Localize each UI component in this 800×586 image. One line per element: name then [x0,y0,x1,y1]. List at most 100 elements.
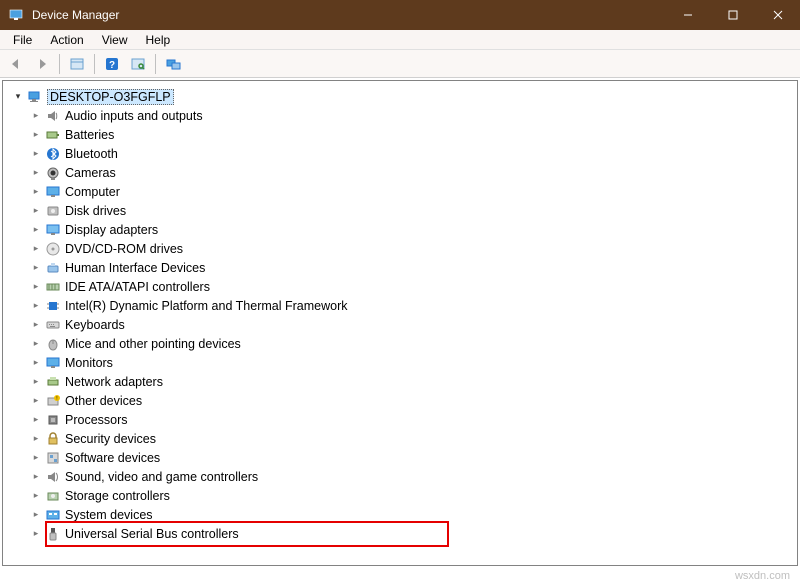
app-icon [8,7,24,23]
tree-panel: ▾DESKTOP-O3FGFLP ▸ Audio inputs and output… [2,80,798,566]
bluetooth-icon [45,146,61,162]
chevron-right-icon[interactable]: ▸ [29,413,43,427]
chevron-right-icon[interactable]: ▸ [29,242,43,256]
chevron-right-icon[interactable]: ▸ [29,280,43,294]
camera-icon [45,165,61,181]
tree-node-label: Universal Serial Bus controllers [65,527,239,541]
ide-icon [45,279,61,295]
tree-node-universal-serial-bus-controllers[interactable]: ▸ Universal Serial Bus controllers [29,524,789,543]
tree-node-intel-r-dynamic-platform-and-thermal-framework[interactable]: ▸Intel(R) Dynamic Platform and Thermal F… [29,296,789,315]
hid-icon [45,260,61,276]
scan-button[interactable] [126,52,150,76]
tree-node-label: Mice and other pointing devices [65,337,241,351]
tree-node-label: Computer [65,185,120,199]
chevron-right-icon[interactable]: ▸ [29,470,43,484]
usb-icon [45,526,61,542]
storage-icon [45,488,61,504]
tree-node-label: Human Interface Devices [65,261,205,275]
tree-node-computer[interactable]: ▸ Computer [29,182,789,201]
menu-view[interactable]: View [93,31,137,49]
chevron-down-icon[interactable]: ▾ [11,90,25,104]
tree-node-other-devices[interactable]: ▸! Other devices [29,391,789,410]
maximize-button[interactable] [710,0,755,30]
tree-node-label: Software devices [65,451,160,465]
tree-node-label: Audio inputs and outputs [65,109,203,123]
chevron-right-icon[interactable]: ▸ [29,356,43,370]
tree-node-storage-controllers[interactable]: ▸Storage controllers [29,486,789,505]
tree-node-ide-ata-atapi-controllers[interactable]: ▸ IDE ATA/ATAPI controllers [29,277,789,296]
help-button[interactable]: ? [100,52,124,76]
chevron-right-icon[interactable]: ▸ [29,337,43,351]
cpu-icon [45,412,61,428]
tree-node-label: Other devices [65,394,142,408]
menu-action[interactable]: Action [41,31,92,49]
toolbar: ? [0,50,800,78]
chevron-right-icon[interactable]: ▸ [29,394,43,408]
sound-icon [45,469,61,485]
software-icon [45,450,61,466]
tree-node-display-adapters[interactable]: ▸Display adapters [29,220,789,239]
svg-text:!: ! [56,396,57,402]
tree-node-mice-and-other-pointing-devices[interactable]: ▸ Mice and other pointing devices [29,334,789,353]
tree-node-audio-inputs-and-outputs[interactable]: ▸ Audio inputs and outputs [29,106,789,125]
tree-root-node[interactable]: ▾DESKTOP-O3FGFLP [11,87,789,106]
tree-node-cameras[interactable]: ▸Cameras [29,163,789,182]
chip-icon [45,298,61,314]
lock-icon [45,431,61,447]
tree-node-label: Keyboards [65,318,125,332]
tree-node-batteries[interactable]: ▸Batteries [29,125,789,144]
chevron-right-icon[interactable]: ▸ [29,451,43,465]
tree-node-system-devices[interactable]: ▸System devices [29,505,789,524]
tree-node-processors[interactable]: ▸Processors [29,410,789,429]
chevron-right-icon[interactable]: ▸ [29,375,43,389]
watermark: wsxdn.com [735,570,790,582]
devices-button[interactable] [161,52,185,76]
chevron-right-icon[interactable]: ▸ [29,318,43,332]
tree-node-human-interface-devices[interactable]: ▸ Human Interface Devices [29,258,789,277]
tree-node-dvd-cd-rom-drives[interactable]: ▸ DVD/CD-ROM drives [29,239,789,258]
forward-button[interactable] [30,52,54,76]
tree-node-label: Security devices [65,432,156,446]
display-icon [45,222,61,238]
chevron-right-icon[interactable]: ▸ [29,527,43,541]
chevron-right-icon[interactable]: ▸ [29,204,43,218]
toolbar-separator [155,54,156,74]
chevron-right-icon[interactable]: ▸ [29,489,43,503]
tree-node-bluetooth[interactable]: ▸Bluetooth [29,144,789,163]
properties-button[interactable] [65,52,89,76]
back-button[interactable] [4,52,28,76]
menubar: File Action View Help [0,30,800,50]
system-icon [45,507,61,523]
tree-node-label: DVD/CD-ROM drives [65,242,183,256]
chevron-right-icon[interactable]: ▸ [29,261,43,275]
menu-file[interactable]: File [4,31,41,49]
tree-node-software-devices[interactable]: ▸ Software devices [29,448,789,467]
menu-help[interactable]: Help [137,31,180,49]
tree-node-keyboards[interactable]: ▸ Keyboards [29,315,789,334]
tree-node-label: IDE ATA/ATAPI controllers [65,280,210,294]
tree-node-label: Monitors [65,356,113,370]
chevron-right-icon[interactable]: ▸ [29,109,43,123]
monitor-icon [45,184,61,200]
window-title: Device Manager [32,8,665,22]
keyboard-icon [45,317,61,333]
chevron-right-icon[interactable]: ▸ [29,128,43,142]
chevron-right-icon[interactable]: ▸ [29,185,43,199]
chevron-right-icon[interactable]: ▸ [29,147,43,161]
close-button[interactable] [755,0,800,30]
chevron-right-icon[interactable]: ▸ [29,223,43,237]
tree-node-monitors[interactable]: ▸ Monitors [29,353,789,372]
tree-node-disk-drives[interactable]: ▸Disk drives [29,201,789,220]
chevron-right-icon[interactable]: ▸ [29,166,43,180]
tree-node-sound-video-and-game-controllers[interactable]: ▸Sound, video and game controllers [29,467,789,486]
speaker-icon [45,108,61,124]
chevron-right-icon[interactable]: ▸ [29,508,43,522]
tree-node-security-devices[interactable]: ▸ Security devices [29,429,789,448]
chevron-right-icon[interactable]: ▸ [29,299,43,313]
tree-node-label: Network adapters [65,375,163,389]
other-icon: ! [45,393,61,409]
chevron-right-icon[interactable]: ▸ [29,432,43,446]
minimize-button[interactable] [665,0,710,30]
disk-icon [45,203,61,219]
tree-node-network-adapters[interactable]: ▸ Network adapters [29,372,789,391]
